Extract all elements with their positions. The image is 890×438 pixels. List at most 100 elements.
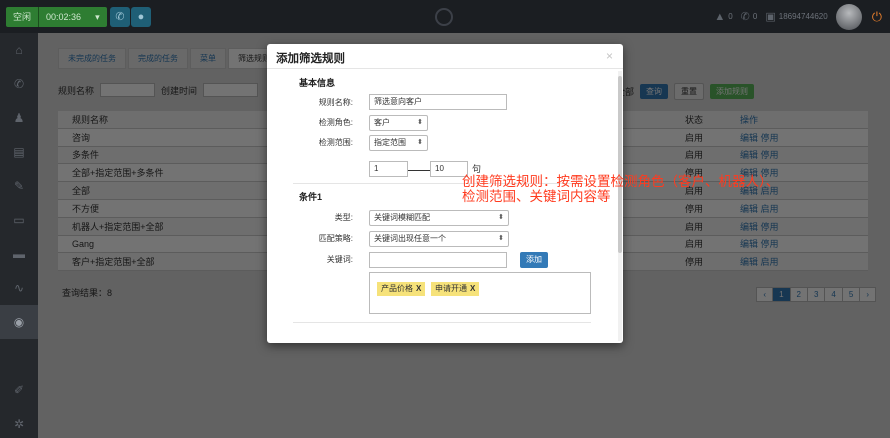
add-rule-button[interactable]: 添加规则: [710, 84, 755, 99]
table-cell: 停用: [685, 257, 704, 268]
page-3[interactable]: 3: [806, 287, 826, 302]
wrench-icon[interactable]: ✐: [0, 373, 38, 407]
section-condition-1: 条件1: [299, 192, 323, 202]
keyword-tag: 申请开通 X: [431, 282, 480, 296]
monitor-icon[interactable]: ▭: [0, 203, 38, 237]
records-icon[interactable]: ▤: [0, 135, 38, 169]
detect-range-select[interactable]: 指定范围 ⬍: [369, 135, 428, 151]
chat-icon[interactable]: ●: [131, 7, 151, 27]
remove-tag-icon[interactable]: X: [470, 284, 475, 293]
pagination: ‹ 1 2 3 4 5 ›: [756, 287, 876, 302]
row-actions[interactable]: 编辑 启用: [740, 255, 850, 268]
chart-icon[interactable]: ∿: [0, 271, 38, 305]
keyword-input[interactable]: [369, 252, 507, 268]
gear-icon[interactable]: ✲: [0, 407, 38, 438]
section-basic-info: 基本信息: [299, 78, 336, 88]
table-cell: 操作: [740, 114, 759, 125]
filter-name-input[interactable]: [100, 83, 156, 97]
filter-name-label: 规则名称: [58, 85, 95, 96]
tab-unfinished[interactable]: 未完成的任务: [58, 48, 126, 69]
scroll-thumb[interactable]: [618, 76, 622, 253]
filter-time-label: 创建时间: [161, 85, 198, 96]
select-arrow-icon: ⬍: [417, 119, 423, 126]
filter-time-input[interactable]: [203, 83, 259, 97]
contacts-icon[interactable]: ♟: [0, 101, 38, 135]
user-count: 0: [728, 12, 733, 21]
annotation-text: 创建筛选规则：按需设置检测角色（客户、机器人）、 检测范围、关键词内容等: [462, 174, 842, 204]
modal-title: 添加筛选规则: [276, 53, 345, 65]
query-result-count: 查询结果：8: [62, 288, 113, 298]
modal-header: 添加筛选规则 ×: [267, 44, 623, 69]
type-label: 类型:: [334, 213, 353, 222]
type-select[interactable]: 关键词模糊匹配 ⬍: [369, 210, 509, 226]
row-actions[interactable]: 编辑 停用: [740, 131, 850, 144]
book-icon[interactable]: ▬: [0, 237, 38, 271]
tab-finished[interactable]: 完成的任务: [128, 48, 188, 69]
phone-icon[interactable]: ✆: [110, 7, 130, 27]
add-keyword-button[interactable]: 添加: [520, 252, 548, 268]
modal-body: 基本信息 规则名称: 筛选意向客户 检测角色: 客户 ⬍ 检测范围: 指定范围 ⬍ …: [267, 70, 617, 343]
keyword-tag: 产品价格 X: [377, 282, 426, 296]
call-count: 0: [752, 12, 758, 21]
annotation-line-1: 创建筛选规则：按需设置检测角色（客户、机器人）、: [462, 174, 780, 189]
top-bar: 空闲 00:02:36 ▾ ✆ ● ▲ 0 ✆ 0 ▣ 18694744620 …: [0, 0, 890, 33]
page-4[interactable]: 4: [824, 287, 843, 302]
detect-range-label: 检测范围:: [318, 138, 353, 147]
page-prev[interactable]: ‹: [756, 287, 774, 302]
detect-role-label: 检测角色:: [318, 118, 353, 127]
phone-status-icon[interactable]: ✆: [741, 10, 750, 23]
row-actions[interactable]: 编辑 停用: [740, 148, 850, 161]
strategy-value: 关键词出现任意一个: [374, 234, 446, 243]
select-arrow-icon: ⬍: [498, 235, 504, 242]
row-actions[interactable]: 编辑 停用: [740, 237, 850, 250]
logo-icon: [435, 8, 453, 26]
table-cell: 启用: [685, 132, 704, 143]
select-arrow-icon: ⬍: [498, 214, 504, 221]
range-dash: [408, 170, 430, 171]
users-icon[interactable]: ▲: [714, 11, 725, 23]
keyword-tags-box: 产品价格 X 申请开通 X: [369, 272, 591, 314]
detect-range-value: 指定范围: [374, 138, 406, 147]
tag-label: 申请开通: [435, 284, 467, 293]
detect-role-select[interactable]: 客户 ⬍: [369, 115, 428, 131]
modal-scrollbar[interactable]: [618, 71, 622, 341]
tag-label: 产品价格: [381, 284, 413, 293]
select-arrow-icon: ⬍: [417, 139, 423, 146]
chevron-down-icon[interactable]: ▾: [88, 7, 107, 27]
avatar[interactable]: [835, 3, 862, 30]
page-2[interactable]: 2: [789, 287, 808, 302]
table-cell: 启用: [685, 239, 704, 250]
strategy-label: 匹配策略:: [318, 234, 353, 243]
annotation-line-2: 检测范围、关键词内容等: [462, 189, 611, 204]
rule-name-input[interactable]: 筛选意向客户: [369, 94, 507, 110]
reset-button[interactable]: 重置: [674, 83, 705, 100]
call-timer: 00:02:36: [46, 12, 82, 22]
row-actions[interactable]: 编辑 停用: [740, 220, 850, 233]
table-cell: 启用: [685, 221, 704, 232]
strategy-select[interactable]: 关键词出现任意一个 ⬍: [369, 231, 509, 247]
type-value: 关键词模糊匹配: [374, 213, 430, 222]
home-icon[interactable]: ⌂: [0, 33, 38, 67]
tab-menu[interactable]: 菜单: [190, 48, 226, 69]
keyword-label: 关键词:: [326, 255, 353, 264]
sidebar: ⌂ ✆ ♟ ▤ ✎ ▭ ▬ ∿ ◉ ✐ ✲: [0, 33, 38, 438]
detect-role-value: 客户: [374, 118, 390, 127]
range-from-input[interactable]: 1: [369, 161, 408, 177]
robot-icon[interactable]: ◉: [0, 305, 38, 339]
power-icon[interactable]: ⏻: [872, 9, 882, 25]
page-next[interactable]: ›: [859, 287, 876, 302]
phone-icon[interactable]: ✆: [0, 67, 38, 101]
agent-status-group[interactable]: 空闲 00:02:36 ▾: [6, 7, 107, 27]
page-5[interactable]: 5: [841, 287, 861, 302]
remove-tag-icon[interactable]: X: [416, 284, 421, 293]
query-button[interactable]: 查询: [640, 84, 669, 99]
close-icon[interactable]: ×: [606, 49, 613, 63]
table-cell: 状态: [685, 114, 704, 125]
page-1[interactable]: 1: [772, 287, 791, 302]
agent-status[interactable]: 空闲: [6, 7, 38, 27]
phone-book-icon[interactable]: ▣: [765, 10, 775, 23]
rule-name-label: 规则名称:: [318, 98, 353, 107]
top-right-area: ▲ 0 ✆ 0 ▣ 18694744620 ⏻: [706, 0, 890, 33]
edit-icon[interactable]: ✎: [0, 169, 38, 203]
